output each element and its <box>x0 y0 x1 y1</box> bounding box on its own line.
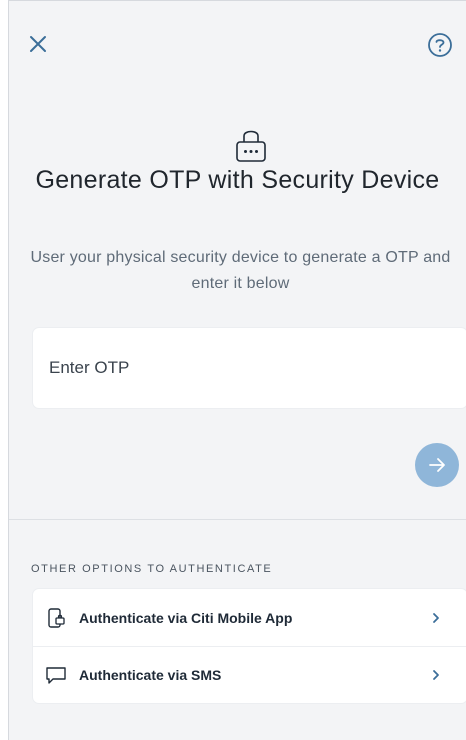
lock-icon <box>229 125 273 165</box>
arrow-right-icon <box>429 458 445 472</box>
other-options-heading: OTHER OPTIONS TO AUTHENTICATE <box>31 563 273 575</box>
page-title: Generate OTP with Security Device <box>35 166 440 194</box>
options-list: Authenticate via Citi Mobile App Authent… <box>33 589 466 703</box>
chevron-right-icon <box>433 612 439 623</box>
page-subtitle: User your physical security device to ge… <box>30 249 451 292</box>
divider <box>9 519 466 520</box>
option-sms[interactable]: Authenticate via SMS <box>33 646 466 703</box>
otp-field-card[interactable] <box>33 328 466 408</box>
mobile-app-icon <box>48 607 65 628</box>
submit-button[interactable] <box>415 443 459 487</box>
chevron-right-icon <box>433 669 439 680</box>
close-button[interactable] <box>27 33 51 57</box>
option-label: Authenticate via SMS <box>79 666 222 683</box>
otp-input[interactable] <box>47 357 466 379</box>
help-button[interactable] <box>426 31 454 59</box>
help-icon <box>428 33 452 57</box>
sms-icon <box>46 666 66 684</box>
option-label: Authenticate via Citi Mobile App <box>79 609 293 626</box>
option-citi-mobile-app[interactable]: Authenticate via Citi Mobile App <box>33 589 466 647</box>
close-icon <box>30 36 46 52</box>
otp-screen: Generate OTP with Security Device User y… <box>8 0 466 740</box>
